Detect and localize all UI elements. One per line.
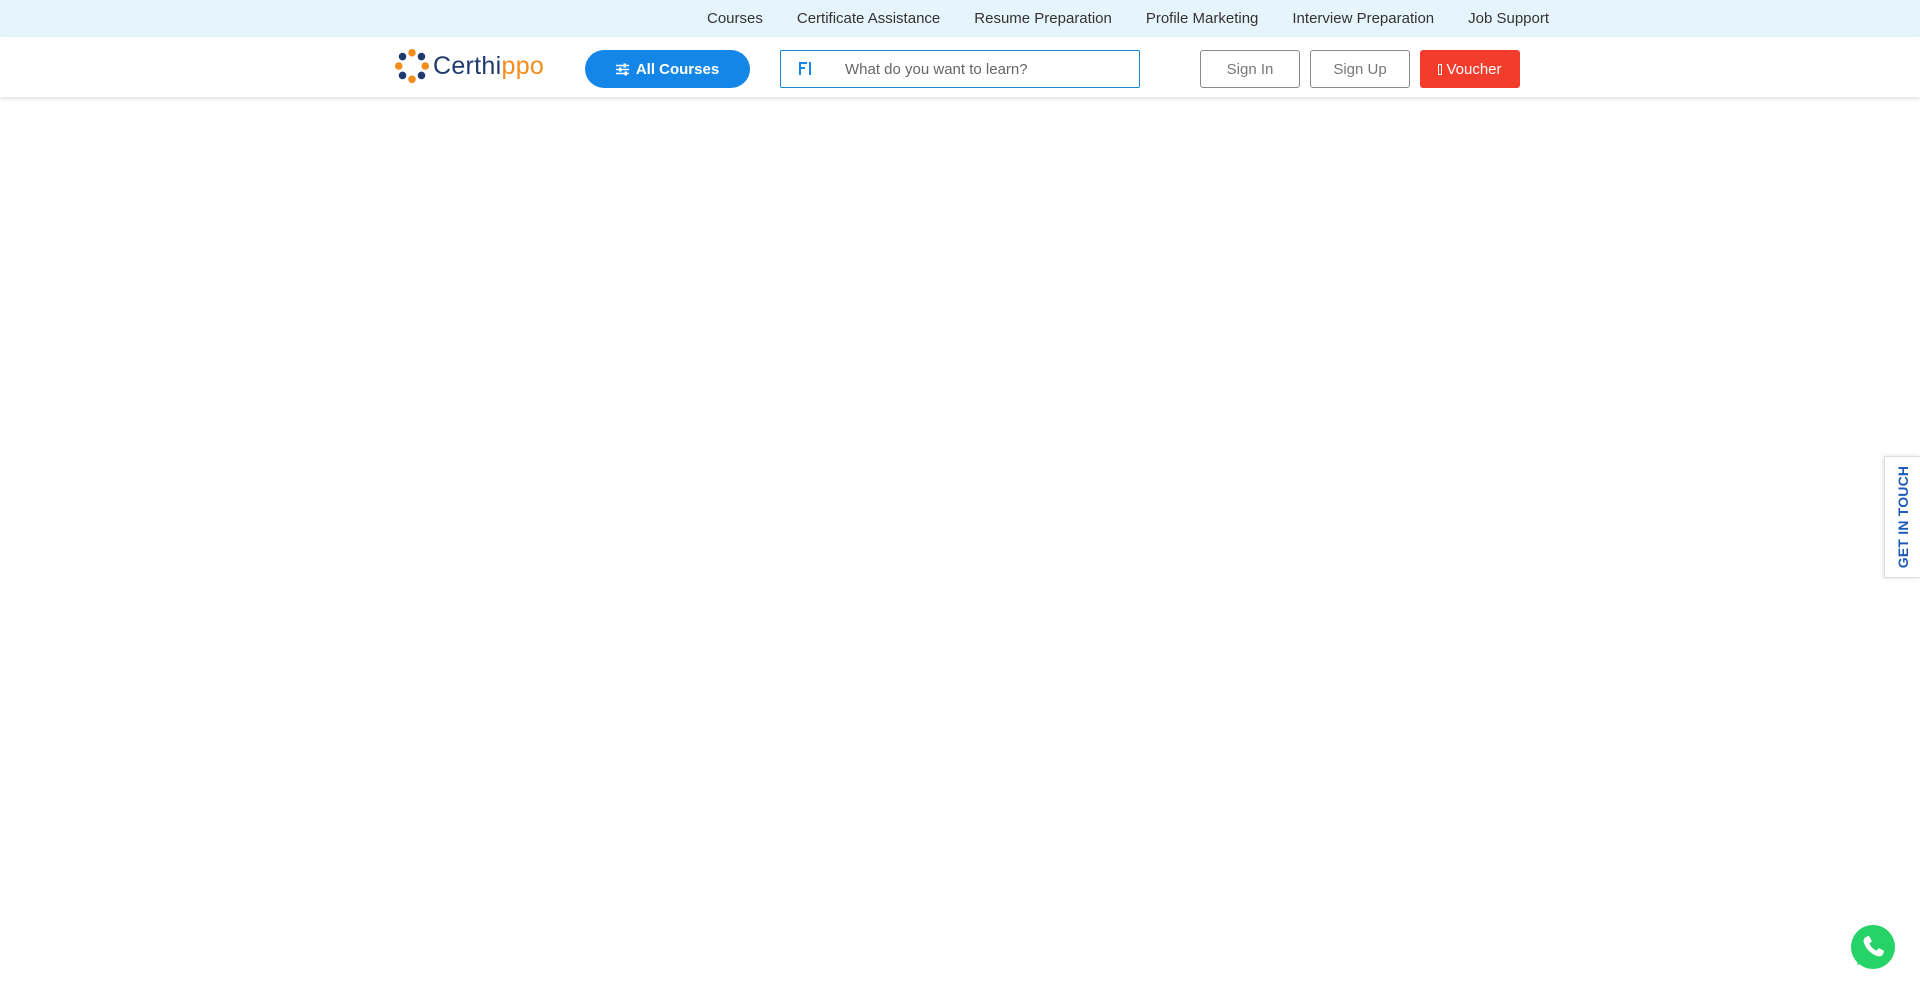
nav-link-certificate-assistance[interactable]: Certificate Assistance xyxy=(797,10,940,27)
site-logo[interactable]: Certhippo xyxy=(393,48,544,84)
get-in-touch-label: GET IN TOUCH xyxy=(1894,465,1911,569)
top-utility-bar: Courses Certificate Assistance Resume Pr… xyxy=(0,0,1920,37)
flower-logo-icon xyxy=(394,48,430,84)
top-nav: Courses Certificate Assistance Resume Pr… xyxy=(707,0,1549,37)
nav-link-job-support[interactable]: Job Support xyxy=(1468,10,1549,27)
sliders-icon xyxy=(615,63,629,75)
main-header: Certhippo All Courses Sign In Sign Up Vo… xyxy=(0,37,1920,97)
sign-in-button[interactable]: Sign In xyxy=(1200,50,1300,88)
sign-up-button[interactable]: Sign Up xyxy=(1310,50,1410,88)
nav-link-courses[interactable]: Courses xyxy=(707,10,763,27)
logo-text-primary: Certhi xyxy=(433,51,502,80)
nav-link-profile-marketing[interactable]: Profile Marketing xyxy=(1146,10,1259,27)
nav-link-resume-preparation[interactable]: Resume Preparation xyxy=(974,10,1112,27)
search-input[interactable] xyxy=(845,51,1135,87)
voucher-icon xyxy=(1438,63,1443,75)
voucher-label: Voucher xyxy=(1446,60,1502,78)
all-courses-button[interactable]: All Courses xyxy=(585,50,750,88)
get-in-touch-tab[interactable]: GET IN TOUCH xyxy=(1884,456,1920,578)
voucher-button[interactable]: Voucher xyxy=(1420,50,1520,88)
search-box xyxy=(780,50,1140,88)
nav-link-interview-preparation[interactable]: Interview Preparation xyxy=(1292,10,1434,27)
logo-wordmark: Certhippo xyxy=(433,52,544,81)
all-courses-label: All Courses xyxy=(635,60,720,78)
logo-text-accent: ppo xyxy=(501,51,545,80)
search-icon xyxy=(799,62,811,75)
whatsapp-icon[interactable] xyxy=(1849,923,1897,971)
